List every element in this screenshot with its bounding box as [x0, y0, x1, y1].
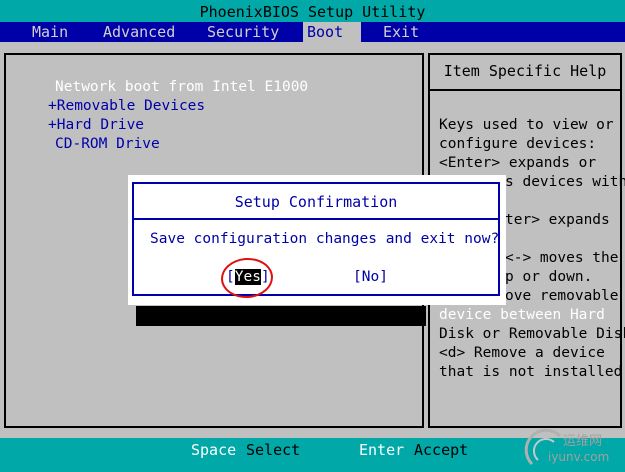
dialog-message: Save configuration changes and exit now?: [150, 231, 500, 247]
help-line: <d> Remove a device: [439, 345, 605, 361]
help-line: Keys used to view or: [439, 117, 614, 133]
help-line: configure devices:: [439, 136, 597, 152]
help-divider: [428, 89, 622, 91]
status-key-space: Space: [191, 441, 237, 459]
help-line: <-> moves the: [505, 250, 619, 266]
watermark-text: 运维网: [563, 434, 603, 449]
menu-advanced[interactable]: Advanced: [99, 22, 179, 42]
boot-item-hard-drive[interactable]: +Hard Drive: [48, 117, 144, 133]
menu-bar: Main Advanced Security Boot Exit: [0, 22, 625, 42]
help-line: device between Hard: [439, 307, 605, 323]
status-action-select: Select: [246, 441, 301, 459]
help-line: ove removable: [505, 288, 619, 304]
dialog-separator: [132, 218, 500, 220]
no-button[interactable]: [No]: [353, 269, 388, 285]
dialog-title: Setup Confirmation: [234, 193, 398, 211]
help-line: s devices with: [505, 174, 625, 190]
help-title: Item Specific Help: [443, 62, 607, 80]
help-line: that is not installed.: [439, 364, 625, 380]
menu-boot[interactable]: Boot: [303, 22, 361, 42]
menu-security[interactable]: Security: [203, 22, 283, 42]
help-line: p or down.: [505, 269, 593, 285]
status-key-enter: Enter: [359, 441, 405, 459]
title-bar: PhoenixBIOS Setup Utility: [0, 0, 625, 22]
boot-item-removable[interactable]: +Removable Devices: [48, 98, 205, 114]
dialog-shadow: [136, 306, 426, 326]
menu-exit[interactable]: Exit: [379, 22, 423, 42]
app-title: PhoenixBIOS Setup Utility: [199, 3, 426, 21]
status-action-accept: Accept: [414, 441, 469, 459]
menu-main[interactable]: Main: [28, 22, 72, 42]
help-line: ter> expands: [505, 212, 610, 228]
watermark-url: iyunv.com: [548, 450, 610, 464]
help-line: <Enter> expands or: [439, 155, 597, 171]
boot-item-cdrom[interactable]: CD-ROM Drive: [55, 136, 160, 152]
boot-item-network[interactable]: Network boot from Intel E1000: [55, 79, 308, 95]
help-line: Disk or Removable Disk: [439, 326, 625, 342]
